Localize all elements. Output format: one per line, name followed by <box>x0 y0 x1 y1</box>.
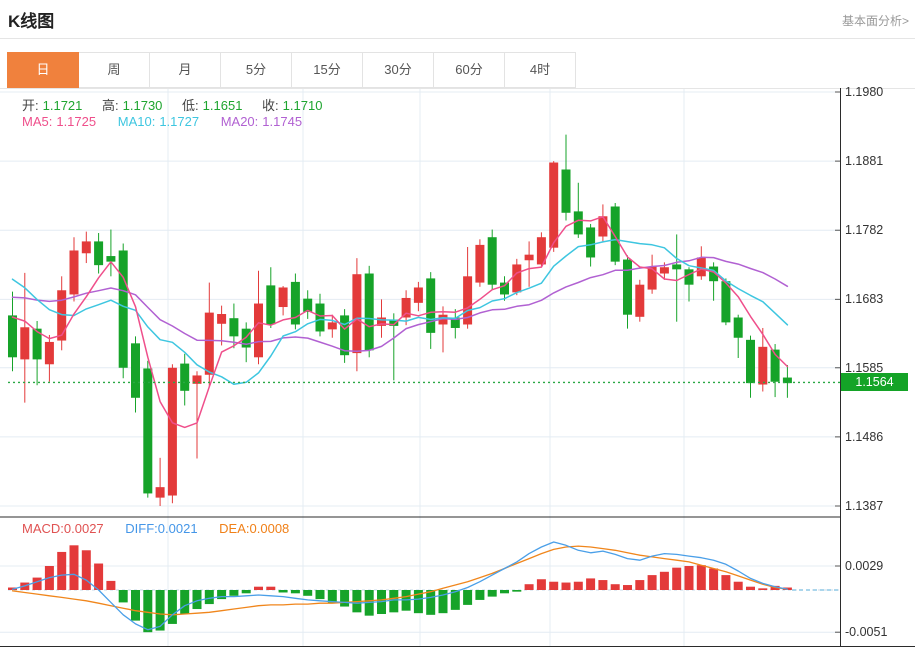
macd-bars <box>8 545 792 633</box>
ma10-line <box>11 238 789 386</box>
close-value: 1.1710 <box>282 98 323 113</box>
macd-axis-label-1: -0.0051 <box>845 625 888 640</box>
open-value: 1.1721 <box>42 98 83 113</box>
fundamental-analysis-link[interactable]: 基本面分析> <box>842 12 909 29</box>
tab-period-0[interactable]: 日 <box>7 52 79 88</box>
tab-period-6[interactable]: 60分 <box>433 52 505 88</box>
diff-value: 0.0021 <box>157 521 198 536</box>
diff-label: DIFF: <box>125 521 158 536</box>
price-axis-label-3: 1.1683 <box>845 292 884 307</box>
close-label: 收: <box>262 98 279 113</box>
price-axis-label-1: 1.1881 <box>845 154 884 169</box>
tab-period-5[interactable]: 30分 <box>362 52 434 88</box>
tab-period-1[interactable]: 周 <box>78 52 150 88</box>
axis-ticks <box>835 91 840 633</box>
ma20-label: MA20: <box>220 114 259 129</box>
tab-period-7[interactable]: 4时 <box>504 52 576 88</box>
header-divider <box>0 38 915 39</box>
page-title: K线图 <box>8 12 55 31</box>
price-axis-label-6: 1.1387 <box>845 499 884 513</box>
ma10-label: MA10: <box>117 114 156 129</box>
macd-label: MACD: <box>22 521 64 536</box>
tab-period-3[interactable]: 5分 <box>220 52 292 88</box>
ma20-value: 1.1745 <box>262 114 303 129</box>
high-value: 1.1730 <box>122 98 163 113</box>
price-axis-label-0: 1.1980 <box>845 85 884 99</box>
low-label: 低: <box>182 98 199 113</box>
macd-value: 0.0027 <box>63 521 104 536</box>
tab-period-2[interactable]: 月 <box>149 52 221 88</box>
ohlc-info-bar: 开: 1.1721 高: 1.1730 低: 1.1651 收: 1.1710 <box>22 95 326 114</box>
low-value: 1.1651 <box>202 98 243 113</box>
kline-app: K线图 基本面分析> 日周月 5分 15分 30分 60分 4时 开: 1.1721 高: 1… <box>0 0 915 648</box>
current-price-tag: 1.1564 <box>841 373 908 391</box>
macd-info-bar: MACD:0.0027 DIFF:0.0021 DEA:0.0008 <box>22 521 289 536</box>
open-label: 开: <box>22 98 39 113</box>
ma5-line <box>11 215 789 429</box>
high-label: 高: <box>102 98 119 113</box>
dea-line <box>11 545 789 616</box>
kline-chart-canvas[interactable] <box>0 88 915 648</box>
ma10-value: 1.1727 <box>159 114 200 129</box>
period-tabbar: 日周月 5分 15分 30分 60分 4时 <box>7 52 576 88</box>
macd-axis-label-0: 0.0029 <box>845 559 884 573</box>
dea-label: DEA: <box>219 521 250 536</box>
dea-value: 0.0008 <box>249 521 290 536</box>
diff-line <box>11 541 789 631</box>
ma20-line <box>11 256 789 353</box>
tab-period-4[interactable]: 15分 <box>291 52 363 88</box>
ma5-value: 1.1725 <box>56 114 97 129</box>
price-axis-label-5: 1.1486 <box>845 429 884 444</box>
ma5-label: MA5: <box>22 114 53 129</box>
price-axis-label-2: 1.1782 <box>845 223 884 238</box>
ma-info-bar: MA5: 1.1725 MA10: 1.1727 MA20: 1.1745 <box>22 114 306 129</box>
